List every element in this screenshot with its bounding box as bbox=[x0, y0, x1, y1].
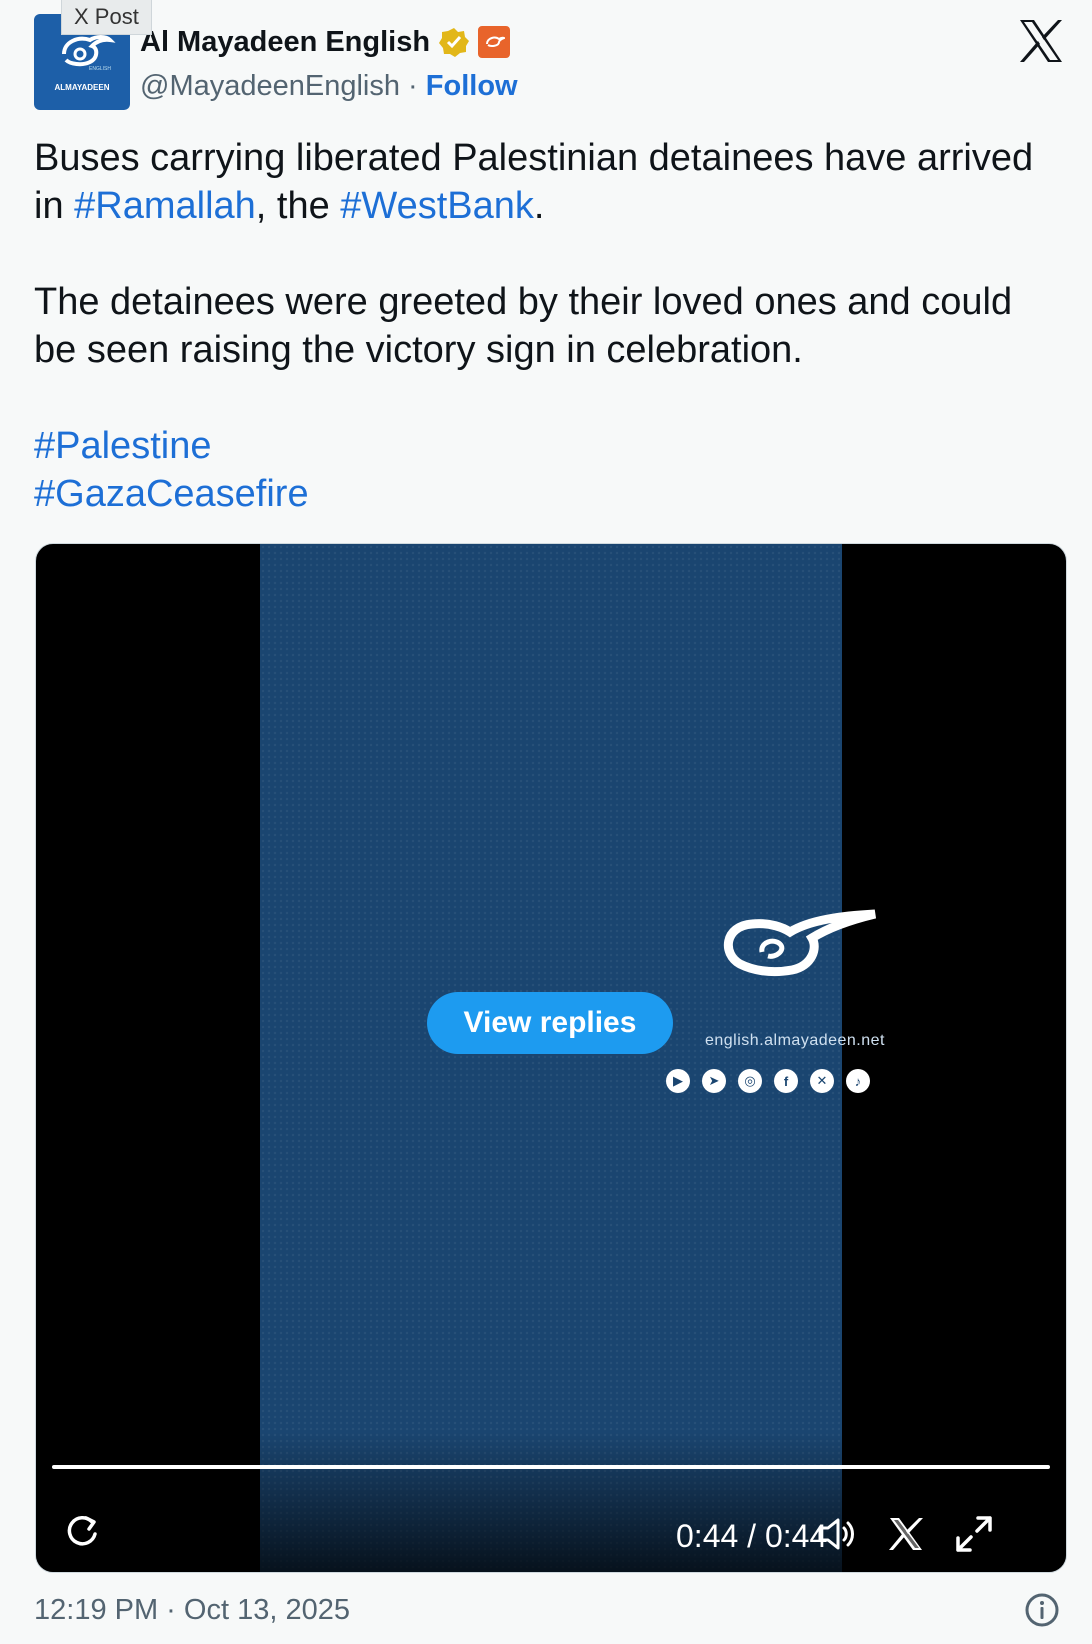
facebook-icon: f bbox=[774, 1069, 798, 1093]
author-handle-row: @MayadeenEnglish · Follow bbox=[140, 68, 518, 104]
x-logo-icon[interactable] bbox=[1018, 18, 1064, 64]
embed-tag: X Post bbox=[61, 0, 152, 35]
time-display: 0:44 / 0:44 bbox=[676, 1518, 828, 1554]
separator: · bbox=[408, 70, 418, 102]
info-icon[interactable] bbox=[1024, 1592, 1060, 1628]
instagram-icon: ◎ bbox=[738, 1069, 762, 1093]
tweet-line-2: in #Ramallah, the #WestBank. bbox=[34, 185, 545, 227]
watermark-url: english.almayadeen.net bbox=[704, 1032, 885, 1049]
tweet-text: Buses carrying liberated Palestinian det… bbox=[34, 134, 1064, 518]
verified-badge-icon bbox=[439, 28, 470, 57]
x-post-embed: X Post ALMAYADEEN ENGLISH Al Mayadeen En… bbox=[0, 0, 1092, 1644]
hashtag-ramallah[interactable]: #Ramallah bbox=[74, 185, 256, 227]
youtube-icon: ▶ bbox=[666, 1069, 690, 1093]
post-timestamp[interactable]: 12:19 PM · Oct 13, 2025 bbox=[34, 1592, 350, 1628]
tweet-paragraph-2: The detainees were greeted by their love… bbox=[34, 281, 1013, 371]
follow-button[interactable]: Follow bbox=[426, 70, 518, 102]
video-player[interactable]: english.almayadeen.net ▶ ➤ ◎ f ✕ ♪ View … bbox=[35, 543, 1067, 1573]
svg-text:ALMAYADEEN: ALMAYADEEN bbox=[55, 83, 110, 92]
progress-bar[interactable] bbox=[52, 1465, 1050, 1469]
social-icons-row: ▶ ➤ ◎ f ✕ ♪ bbox=[666, 1069, 870, 1093]
hashtag-gazaceasefire[interactable]: #GazaCeasefire bbox=[34, 473, 309, 515]
author-handle[interactable]: @MayadeenEnglish bbox=[140, 70, 400, 102]
almayadeen-watermark-logo bbox=[700, 904, 880, 999]
volume-icon[interactable] bbox=[816, 1514, 856, 1554]
tweet-line-1: Buses carrying liberated Palestinian det… bbox=[34, 137, 1034, 179]
affiliate-badge-icon bbox=[478, 26, 511, 58]
replay-icon[interactable] bbox=[62, 1512, 102, 1552]
tiktok-icon: ♪ bbox=[846, 1069, 870, 1093]
author-name-row[interactable]: Al Mayadeen English bbox=[140, 24, 511, 60]
telegram-icon: ➤ bbox=[702, 1069, 726, 1093]
svg-text:ENGLISH: ENGLISH bbox=[89, 66, 111, 72]
view-replies-button[interactable]: View replies bbox=[427, 992, 673, 1054]
x-icon: ✕ bbox=[810, 1069, 834, 1093]
fullscreen-icon[interactable] bbox=[954, 1514, 994, 1554]
hashtag-palestine[interactable]: #Palestine bbox=[34, 425, 211, 467]
x-watermark-icon[interactable] bbox=[886, 1514, 926, 1554]
hashtag-westbank[interactable]: #WestBank bbox=[340, 185, 534, 227]
author-display-name[interactable]: Al Mayadeen English bbox=[140, 24, 430, 60]
video-frame: english.almayadeen.net ▶ ➤ ◎ f ✕ ♪ bbox=[260, 544, 885, 1572]
